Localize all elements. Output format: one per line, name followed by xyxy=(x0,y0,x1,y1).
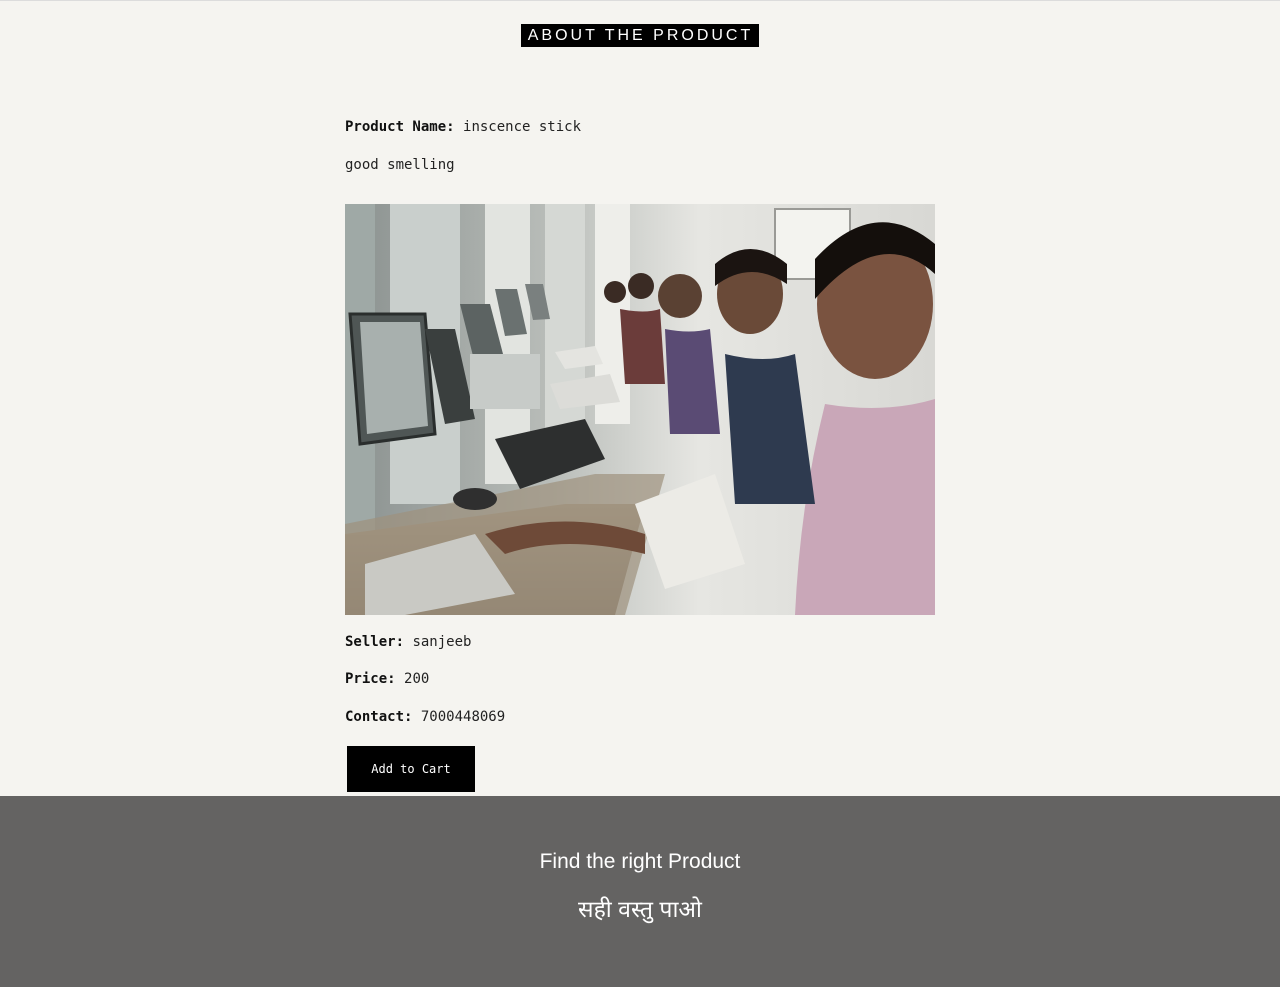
product-image xyxy=(345,204,935,615)
price-row: Price: 200 xyxy=(345,669,429,689)
seller-row: Seller: sanjeeb xyxy=(345,632,471,652)
footer-tagline-hindi: सही वस्तु पाओ xyxy=(578,896,702,922)
footer: Find the right Product सही वस्तु पाओ xyxy=(0,796,1280,987)
product-name-row: Product Name: inscence stick xyxy=(345,117,581,137)
contact-value: 7000448069 xyxy=(420,709,506,725)
footer-tagline-english: Find the right Product xyxy=(539,850,741,873)
price-label: Price: xyxy=(345,671,396,687)
contact-label: Contact: xyxy=(345,709,413,725)
product-name-label: Product Name: xyxy=(345,119,455,135)
contact-row: Contact: 7000448069 xyxy=(345,707,505,727)
product-name-value: inscence stick xyxy=(463,119,582,135)
seller-label: Seller: xyxy=(345,634,405,650)
product-description: good smelling xyxy=(345,157,455,173)
price-value: 200 xyxy=(404,671,430,687)
page-title: ABOUT THE PRODUCT xyxy=(520,24,760,47)
page-header: ABOUT THE PRODUCT xyxy=(0,24,1280,47)
add-to-cart-button[interactable]: Add to Cart xyxy=(347,746,475,792)
seller-value: sanjeeb xyxy=(412,634,472,650)
